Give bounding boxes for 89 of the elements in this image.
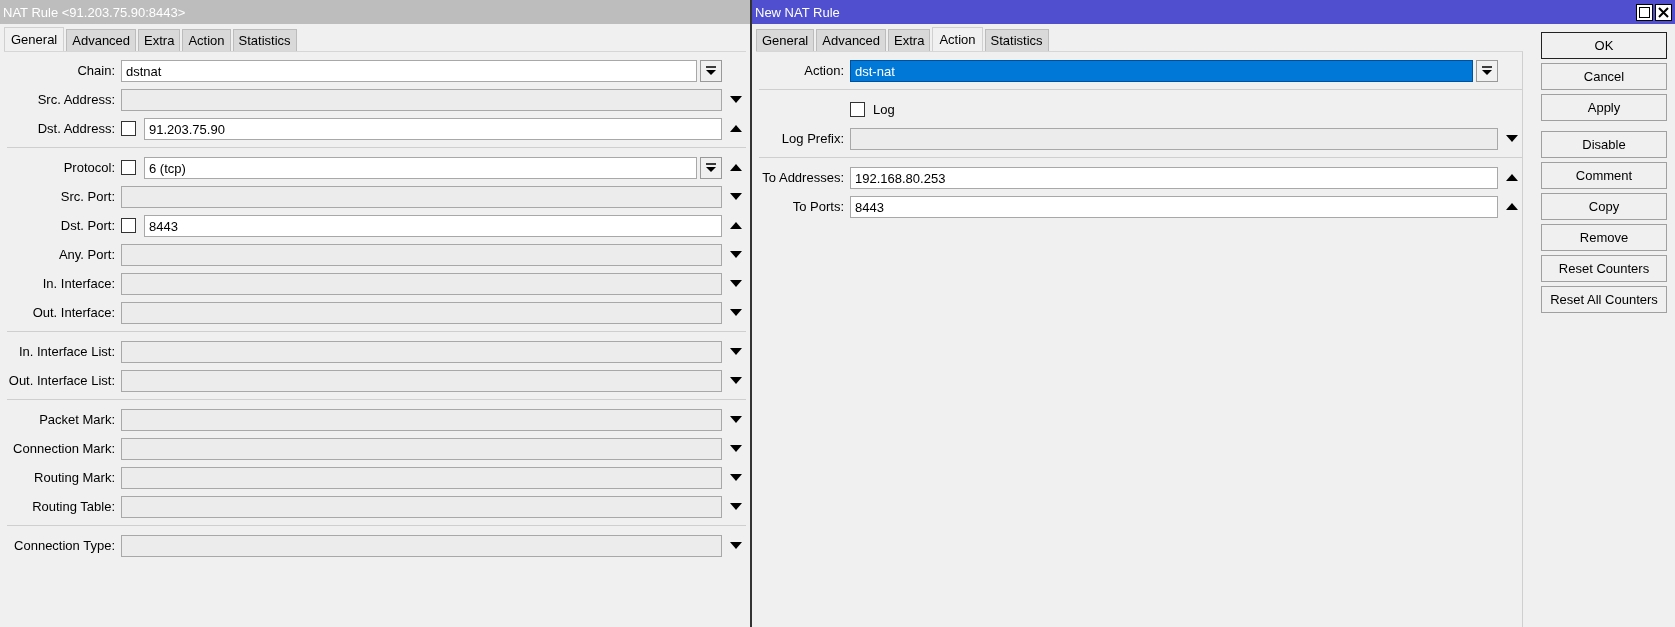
combo-field[interactable]: dst-nat <box>850 59 1473 82</box>
tab[interactable]: General <box>4 27 65 52</box>
collapse-arrow-icon[interactable] <box>1506 203 1518 210</box>
field-label: Any. Port: <box>57 247 116 262</box>
expand-arrow-icon[interactable] <box>730 377 742 384</box>
field-label: To Addresses: <box>761 170 845 185</box>
dialog-button[interactable]: Copy <box>1541 193 1667 220</box>
expand-arrow-icon[interactable] <box>730 96 742 103</box>
dropdown-button[interactable] <box>1476 59 1498 82</box>
dialog-button[interactable]: Disable <box>1541 131 1667 158</box>
dialog-button[interactable]: Apply <box>1541 94 1667 121</box>
collapse-arrow-icon[interactable] <box>730 222 742 229</box>
field-label: Routing Mark: <box>33 470 116 485</box>
tab[interactable]: Action <box>932 27 983 52</box>
field-label: Routing Table: <box>31 499 116 514</box>
expand-arrow-icon[interactable] <box>730 474 742 481</box>
expand-arrow-icon[interactable] <box>730 309 742 316</box>
dialog-button[interactable]: Cancel <box>1541 63 1667 90</box>
checkbox-label: Log <box>873 102 895 117</box>
window-title: New NAT Rule <box>755 4 840 20</box>
field-label: Out. Interface List: <box>7 373 116 388</box>
input-field[interactable] <box>121 340 722 363</box>
dropdown-button[interactable] <box>700 59 722 82</box>
field-label: Src. Port: <box>59 189 116 204</box>
input-field[interactable] <box>121 301 722 324</box>
tab[interactable]: Extra <box>138 29 181 51</box>
dialog-button[interactable]: Remove <box>1541 224 1667 251</box>
field-label: Dst. Address: <box>36 121 116 136</box>
input-field[interactable] <box>121 495 722 518</box>
field-label: In. Interface List: <box>17 344 116 359</box>
expand-arrow-icon[interactable] <box>1506 135 1518 142</box>
input-field[interactable]: 8443 <box>850 195 1498 218</box>
tab[interactable]: General <box>756 29 815 51</box>
input-field[interactable]: 8443 <box>144 214 722 237</box>
close-icon[interactable] <box>1655 3 1672 21</box>
input-field[interactable]: 91.203.75.90 <box>144 117 722 140</box>
field-label: Connection Type: <box>13 538 116 553</box>
expand-arrow-icon[interactable] <box>730 348 742 355</box>
combo-field[interactable]: 6 (tcp) <box>144 156 697 179</box>
expand-arrow-icon[interactable] <box>730 445 742 452</box>
field-label: Protocol: <box>62 160 116 175</box>
field-label: Packet Mark: <box>38 412 116 427</box>
dropdown-button[interactable] <box>700 156 722 179</box>
input-field[interactable] <box>121 408 722 431</box>
dialog-button[interactable]: Reset Counters <box>1541 255 1667 282</box>
collapse-arrow-icon[interactable] <box>730 125 742 132</box>
tab[interactable]: Statistics <box>984 29 1049 51</box>
tab[interactable]: Extra <box>888 29 931 51</box>
tab[interactable]: Advanced <box>816 29 887 51</box>
field-label: Chain: <box>76 63 116 78</box>
field-label: Src. Address: <box>36 92 116 107</box>
field-label: Out. Interface: <box>31 305 116 320</box>
dialog-button[interactable]: Comment <box>1541 162 1667 189</box>
negate-checkbox[interactable] <box>121 121 136 136</box>
input-field[interactable] <box>121 437 722 460</box>
dialog-button[interactable]: Reset All Counters <box>1541 286 1667 313</box>
tab[interactable]: Action <box>182 29 231 51</box>
field-label: Connection Mark: <box>12 441 116 456</box>
expand-arrow-icon[interactable] <box>730 416 742 423</box>
input-field[interactable] <box>121 272 722 295</box>
expand-arrow-icon[interactable] <box>730 503 742 510</box>
collapse-arrow-icon[interactable] <box>730 164 742 171</box>
tab[interactable]: Advanced <box>66 29 137 51</box>
expand-arrow-icon[interactable] <box>730 280 742 287</box>
collapse-arrow-icon[interactable] <box>1506 174 1518 181</box>
input-field[interactable] <box>121 243 722 266</box>
field-label: To Ports: <box>791 199 845 214</box>
window-title: NAT Rule <91.203.75.90:8443> <box>3 4 186 20</box>
maximize-icon[interactable] <box>1636 3 1653 21</box>
negate-checkbox[interactable] <box>121 160 136 175</box>
input-field[interactable] <box>121 369 722 392</box>
expand-arrow-icon[interactable] <box>730 542 742 549</box>
expand-arrow-icon[interactable] <box>730 251 742 258</box>
input-field[interactable] <box>121 534 722 557</box>
field-label: In. Interface: <box>41 276 116 291</box>
input-field[interactable] <box>121 88 722 111</box>
field-label: Dst. Port: <box>59 218 116 233</box>
negate-checkbox[interactable] <box>121 218 136 233</box>
input-field[interactable]: 192.168.80.253 <box>850 166 1498 189</box>
expand-arrow-icon[interactable] <box>730 193 742 200</box>
checkbox[interactable] <box>850 102 865 117</box>
input-field[interactable] <box>850 127 1498 150</box>
input-field[interactable] <box>121 466 722 489</box>
field-label: Action: <box>803 63 845 78</box>
combo-field[interactable]: dstnat <box>121 59 697 82</box>
input-field[interactable] <box>121 185 722 208</box>
dialog-button[interactable]: OK <box>1541 32 1667 59</box>
field-label: Log Prefix: <box>780 131 845 146</box>
tab[interactable]: Statistics <box>232 29 297 51</box>
